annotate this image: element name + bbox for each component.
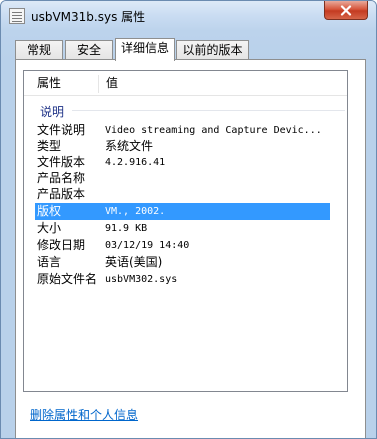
tab-details[interactable]: 详细信息	[115, 38, 175, 61]
row-value: 4.2.916.41	[105, 157, 166, 168]
list-header: 属性 值	[24, 71, 347, 96]
remove-properties-link[interactable]: 删除属性和个人信息	[30, 406, 138, 423]
tab-previous-versions[interactable]: 以前的版本	[176, 40, 249, 60]
row-original-filename[interactable]: 原始文件名 usbVM302.sys	[35, 271, 330, 288]
row-product-version[interactable]: 产品版本	[35, 186, 330, 203]
tab-strip: 常规 安全 详细信息 以前的版本	[15, 38, 365, 61]
tab-general[interactable]: 常规	[15, 40, 63, 60]
row-value: 系统文件	[105, 139, 154, 153]
row-date-modified[interactable]: 修改日期 03/12/19 14:40	[35, 237, 330, 254]
row-size[interactable]: 大小 91.9 KB	[35, 220, 330, 237]
group-label: 说明	[40, 103, 69, 120]
window-title: usbVM31b.sys 属性	[31, 10, 146, 24]
row-value: 英语(美国)	[105, 255, 163, 269]
row-key: 修改日期	[37, 238, 86, 252]
row-file-version[interactable]: 文件版本 4.2.916.41	[35, 154, 330, 171]
file-icon	[9, 8, 25, 24]
tab-label: 以前的版本	[182, 43, 243, 57]
row-file-description[interactable]: 文件说明 Video streaming and Capture Devic..…	[35, 122, 330, 139]
row-language[interactable]: 语言 英语(美国)	[35, 254, 330, 271]
tab-label: 详细信息	[120, 41, 169, 55]
row-key: 文件说明	[37, 123, 86, 137]
properties-window: usbVM31b.sys 属性 常规 安全 详细信息 以前的版本 属性 值 说明…	[0, 0, 377, 439]
close-button[interactable]	[324, 1, 368, 20]
close-icon	[340, 4, 352, 16]
row-key: 产品名称	[37, 171, 86, 185]
row-key: 原始文件名	[37, 272, 98, 286]
row-key: 文件版本	[37, 155, 86, 169]
row-value: Video streaming and Capture Devic...	[105, 125, 322, 136]
group-divider	[72, 110, 345, 111]
row-value: 91.9 KB	[105, 223, 148, 234]
group-header-description: 说明	[40, 103, 345, 120]
row-key: 语言	[37, 255, 62, 269]
row-value: usbVM302.sys	[105, 274, 178, 285]
properties-list[interactable]: 属性 值 说明 文件说明 Video streaming and Capture…	[23, 70, 348, 392]
row-key: 版权	[37, 204, 62, 218]
tab-label: 安全	[76, 43, 101, 57]
row-product-name[interactable]: 产品名称	[35, 170, 330, 187]
title-bar[interactable]: usbVM31b.sys 属性	[1, 1, 376, 31]
row-type[interactable]: 类型 系统文件	[35, 138, 330, 155]
row-key: 类型	[37, 139, 62, 153]
row-copyright[interactable]: 版权 VM., 2002.	[35, 203, 330, 220]
row-value: VM., 2002.	[105, 206, 166, 217]
tab-security[interactable]: 安全	[65, 40, 113, 60]
column-header-property[interactable]: 属性	[37, 71, 61, 96]
row-value: 03/12/19 14:40	[105, 240, 190, 251]
row-key: 产品版本	[37, 187, 86, 201]
column-header-value[interactable]: 值	[106, 71, 118, 96]
tab-label: 常规	[26, 43, 51, 57]
row-key: 大小	[37, 221, 62, 235]
column-divider[interactable]	[98, 75, 99, 93]
